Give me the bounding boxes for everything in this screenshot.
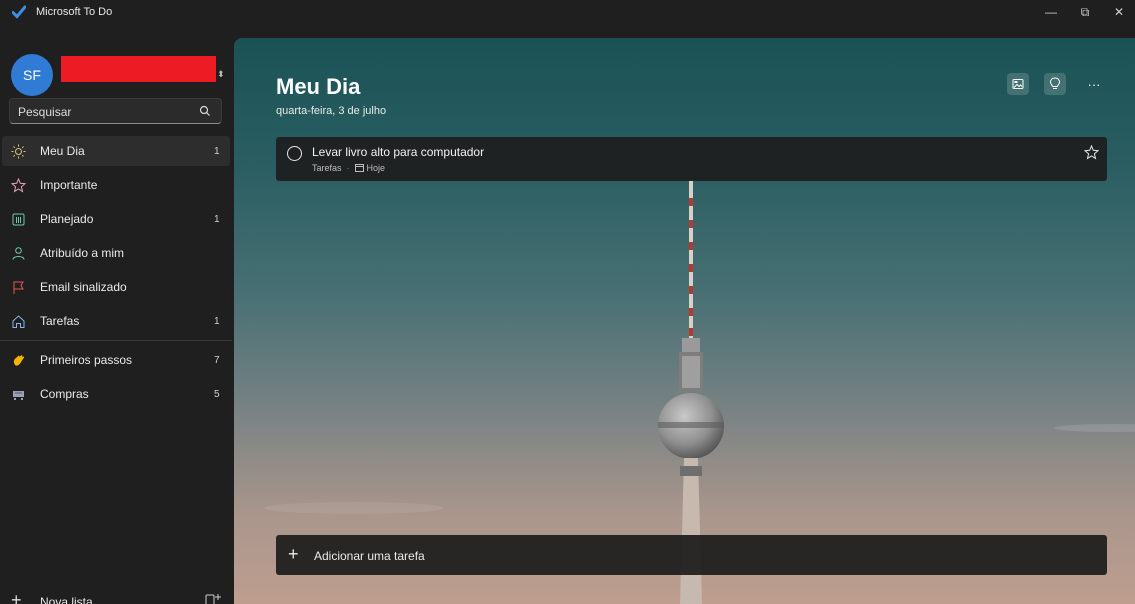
sun-icon (11, 144, 26, 159)
sidebar-item-label: Primeiros passos (40, 353, 133, 367)
main-panel: Meu Dia quarta-feira, 3 de julho ··· Lev… (234, 38, 1135, 604)
search-icon[interactable] (199, 105, 211, 117)
sidebar-item-label: Importante (40, 178, 98, 192)
sidebar-item-label: Email sinalizado (40, 280, 127, 294)
sidebar-item-label: Meu Dia (40, 144, 85, 158)
lightbulb-icon (1049, 77, 1061, 89)
calendar-grid-icon (11, 212, 26, 227)
sidebar-item-count: 1 (214, 315, 220, 327)
todo-check-icon (12, 5, 26, 19)
add-task-label: Adicionar uma tarefa (314, 549, 425, 563)
sidebar-item-atribuido[interactable]: Atribuído a mim (0, 236, 232, 270)
sidebar: SF ⬍ Meu Dia 1 Importante (0, 24, 232, 604)
minimize-icon: — (1045, 5, 1057, 19)
sidebar-item-label: Tarefas (40, 314, 80, 328)
sidebar-item-count: 1 (214, 145, 220, 157)
chevron-updown-icon[interactable]: ⬍ (217, 69, 225, 80)
sidebar-divider (0, 340, 232, 341)
sidebar-item-count: 7 (214, 354, 220, 366)
minimize-button[interactable]: — (1035, 0, 1067, 24)
sidebar-item-count: 5 (214, 388, 220, 400)
sidebar-item-label: Atribuído a mim (40, 246, 125, 260)
star-icon[interactable] (1084, 145, 1099, 160)
flag-icon (11, 280, 26, 295)
account-name-redacted[interactable] (61, 56, 216, 82)
window-title: Microsoft To Do (36, 6, 113, 18)
task-list-name: Tarefas (312, 163, 342, 173)
avatar[interactable]: SF (11, 54, 53, 96)
search-input[interactable] (18, 104, 188, 120)
task-due-date: Hoje (366, 163, 386, 173)
page-date: quarta-feira, 3 de julho (276, 105, 387, 117)
tv-tower-background-image (234, 38, 1135, 604)
image-icon (1012, 79, 1024, 89)
waving-hand-icon (11, 353, 26, 368)
sidebar-item-tarefas[interactable]: Tarefas 1 (0, 304, 232, 338)
person-icon (11, 246, 26, 261)
avatar-initials: SF (23, 67, 41, 83)
more-icon: ··· (1087, 76, 1101, 92)
star-icon (11, 177, 26, 193)
search-box[interactable] (9, 98, 222, 124)
change-background-button[interactable] (1007, 73, 1029, 95)
sidebar-item-meu-dia[interactable]: Meu Dia 1 (2, 136, 230, 166)
meta-separator: · (346, 163, 350, 173)
sidebar-item-primeiros-passos[interactable]: Primeiros passos 7 (0, 343, 232, 377)
new-list-label: Nova lista (40, 595, 93, 604)
sidebar-nav: Meu Dia 1 Importante Planejado 1 Atribuí… (0, 134, 232, 411)
maximize-button[interactable]: ⧉ (1069, 0, 1101, 24)
sidebar-item-label: Compras (40, 387, 89, 401)
page-title: Meu Dia (276, 74, 361, 99)
sidebar-item-count: 1 (214, 213, 220, 225)
task-title: Levar livro alto para computador (312, 145, 485, 159)
plus-icon: + (11, 590, 22, 604)
restore-icon: ⧉ (1080, 4, 1090, 19)
close-button[interactable]: ✕ (1103, 0, 1135, 24)
home-icon (11, 314, 26, 329)
shopping-cart-icon (11, 387, 26, 402)
suggestions-button[interactable] (1044, 73, 1066, 95)
complete-task-checkbox[interactable] (287, 146, 302, 161)
sidebar-item-planejado[interactable]: Planejado 1 (0, 202, 232, 236)
title-bar: Microsoft To Do — ⧉ ✕ (0, 0, 1135, 24)
sidebar-item-compras[interactable]: Compras 5 (0, 377, 232, 411)
add-task-input[interactable]: + Adicionar uma tarefa (276, 535, 1107, 575)
close-icon: ✕ (1113, 5, 1125, 19)
plus-icon: + (288, 544, 299, 564)
calendar-icon (354, 164, 364, 172)
new-group-icon[interactable] (205, 593, 221, 604)
more-options-button[interactable]: ··· (1083, 73, 1105, 95)
task-meta: Tarefas · Hoje (312, 163, 385, 173)
sidebar-item-importante[interactable]: Importante (0, 168, 232, 202)
app-window: Microsoft To Do — ⧉ ✕ SF ⬍ Meu Dia 1 (0, 0, 1135, 604)
new-list-button[interactable]: + Nova lista (0, 586, 232, 604)
sidebar-item-email-sinalizado[interactable]: Email sinalizado (0, 270, 232, 304)
task-item[interactable]: Levar livro alto para computador Tarefas… (276, 137, 1107, 181)
sidebar-item-label: Planejado (40, 212, 94, 226)
